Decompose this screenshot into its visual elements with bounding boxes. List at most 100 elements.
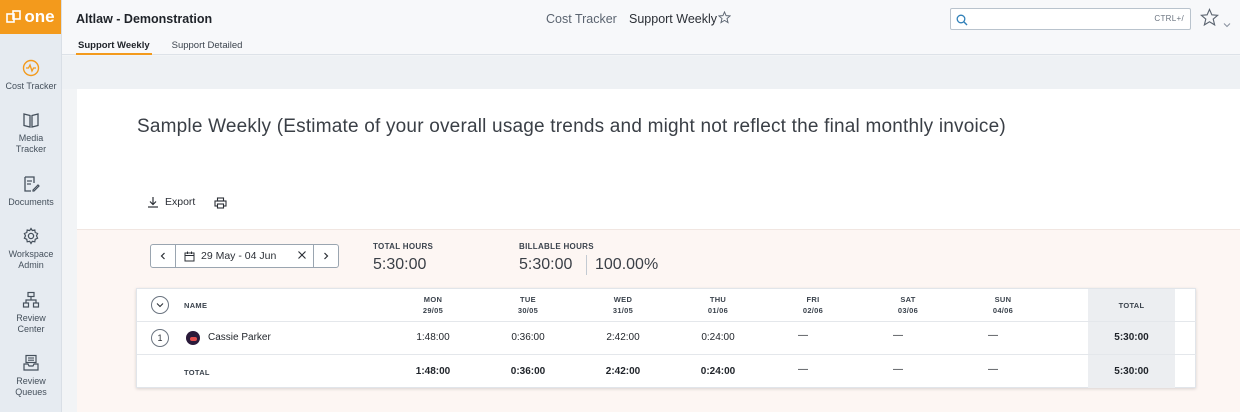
- table-cell: 0:36:00: [511, 332, 545, 343]
- day-name: SUN: [994, 295, 1012, 304]
- day-column-header[interactable]: THU 01/06: [688, 294, 748, 316]
- tab-bar: Support Weekly Support Detailed: [76, 40, 244, 55]
- chevron-down-icon: [156, 303, 164, 308]
- day-column-header[interactable]: SUN 04/06: [973, 294, 1033, 316]
- day-date: 03/06: [897, 306, 919, 315]
- day-column-header[interactable]: WED 31/05: [593, 294, 653, 316]
- sidebar: one Cost Tracker Media Tracker Documents…: [0, 0, 62, 412]
- day-column-header[interactable]: SAT 03/06: [878, 294, 938, 316]
- search-input[interactable]: CTRL+/: [950, 8, 1191, 30]
- table-cell: —: [893, 330, 903, 341]
- sidebar-item-documents[interactable]: Documents: [0, 174, 62, 208]
- total-hours-value: 5:30:00: [373, 256, 427, 273]
- sidebar-item-label: Workspace Admin: [8, 249, 54, 270]
- date-range-picker: 29 May - 04 Jun: [150, 244, 339, 268]
- favorites-star-icon[interactable]: [1199, 8, 1220, 32]
- collapse-all-button[interactable]: [151, 296, 169, 314]
- app-title: Altlaw - Demonstration: [76, 12, 213, 26]
- footer-cell: —: [988, 364, 998, 375]
- chevron-right-icon: [324, 252, 329, 260]
- document-edit-icon: [21, 174, 41, 194]
- calendar-icon: [184, 251, 195, 261]
- divider: [137, 354, 1196, 355]
- export-label: Export: [165, 196, 196, 208]
- export-button[interactable]: Export: [147, 196, 195, 208]
- sidebar-item-review-center[interactable]: Review Center: [0, 290, 62, 335]
- hours-table: NAME MON 29/05 TUE 30/05 WED 31/05 THU 01/06…: [136, 288, 1196, 388]
- row-expand-button[interactable]: 1: [151, 329, 169, 347]
- breadcrumb-current: Support Weekly: [629, 12, 718, 26]
- day-column-header[interactable]: FRI 02/06: [783, 294, 843, 316]
- sidebar-item-label: Cost Tracker: [5, 81, 57, 91]
- main-content: Sample Weekly (Estimate of your overall …: [77, 89, 1240, 412]
- footer-cell: —: [798, 364, 808, 375]
- footer-cell: —: [893, 364, 903, 375]
- gear-icon: [21, 226, 41, 246]
- footer-cell: 1:48:00: [415, 366, 451, 377]
- clear-icon[interactable]: [297, 250, 307, 263]
- sidebar-item-review-queues[interactable]: Review Queues: [0, 353, 62, 398]
- inbox-icon: [21, 353, 41, 373]
- date-range-value: 29 May - 04 Jun: [201, 250, 277, 262]
- prev-week-button[interactable]: [151, 245, 175, 267]
- top-header: Altlaw - Demonstration Cost Tracker Supp…: [62, 0, 1240, 55]
- tab-support-weekly[interactable]: Support Weekly: [76, 40, 152, 55]
- print-icon[interactable]: [214, 196, 227, 214]
- sidebar-item-cost-tracker[interactable]: Cost Tracker: [0, 58, 62, 92]
- day-date: 01/06: [707, 306, 729, 315]
- date-range-field[interactable]: 29 May - 04 Jun: [176, 245, 313, 267]
- book-icon: [21, 110, 41, 130]
- chevron-down-icon[interactable]: [1223, 15, 1231, 33]
- divider: [586, 255, 587, 275]
- toolbar-strip: [62, 56, 1240, 89]
- app-logo[interactable]: one: [0, 0, 61, 34]
- favorite-star-icon[interactable]: [717, 10, 732, 29]
- day-date: 30/05: [517, 306, 539, 315]
- day-name: SAT: [900, 295, 916, 304]
- table-cell: 0:24:00: [701, 332, 735, 343]
- search-shortcut-hint: CTRL+/: [1154, 14, 1184, 23]
- footer-cell: 0:36:00: [510, 366, 546, 377]
- tab-support-detailed[interactable]: Support Detailed: [170, 40, 245, 55]
- sidebar-item-label: Documents: [8, 197, 54, 207]
- footer-total-label: TOTAL: [184, 368, 210, 377]
- row-total: 5:30:00: [1114, 332, 1149, 343]
- table-cell: 1:48:00: [416, 332, 450, 343]
- logo-icon: [6, 10, 22, 23]
- day-name: MON: [423, 295, 443, 304]
- billable-hours-label: BILLABLE HOURS: [519, 242, 594, 251]
- sidebar-item-label: Media Tracker: [15, 133, 47, 154]
- breadcrumb-parent[interactable]: Cost Tracker: [546, 12, 617, 26]
- day-date: 29/05: [422, 306, 444, 315]
- day-column-header[interactable]: MON 29/05: [403, 294, 463, 316]
- billable-percent: 100.00%: [595, 256, 659, 273]
- total-hours-label: TOTAL HOURS: [373, 242, 434, 251]
- table-cell: —: [988, 330, 998, 341]
- day-date: 02/06: [802, 306, 824, 315]
- activity-icon: [21, 58, 41, 78]
- grand-total: 5:30:00: [1114, 366, 1149, 377]
- table-cell: 2:42:00: [606, 332, 640, 343]
- sidebar-item-label: Review Queues: [15, 376, 47, 397]
- divider: [137, 321, 1196, 322]
- sidebar-item-label: Review Center: [16, 313, 46, 334]
- billable-hours-value: 5:30:00: [519, 256, 573, 273]
- day-column-header[interactable]: TUE 30/05: [498, 294, 558, 316]
- day-name: WED: [613, 295, 633, 304]
- day-name: FRI: [806, 295, 820, 304]
- sidebar-item-media-tracker[interactable]: Media Tracker: [0, 110, 62, 155]
- day-date: 04/06: [992, 306, 1014, 315]
- avatar: [186, 331, 200, 345]
- page-title: Sample Weekly (Estimate of your overall …: [137, 116, 1006, 137]
- day-date: 31/05: [612, 306, 634, 315]
- table-cell: —: [798, 330, 808, 341]
- summary-panel: 29 May - 04 Jun TOTAL HOURS 5:30:00 BILL…: [77, 229, 1240, 412]
- next-week-button[interactable]: [314, 245, 338, 267]
- footer-cell: 0:24:00: [700, 366, 736, 377]
- person-name[interactable]: Cassie Parker: [208, 332, 271, 343]
- name-column-header[interactable]: NAME: [184, 300, 207, 311]
- sidebar-item-workspace-admin[interactable]: Workspace Admin: [0, 226, 62, 271]
- total-column-header[interactable]: TOTAL: [1088, 300, 1175, 311]
- day-name: TUE: [520, 295, 536, 304]
- logo-text: one: [24, 7, 55, 26]
